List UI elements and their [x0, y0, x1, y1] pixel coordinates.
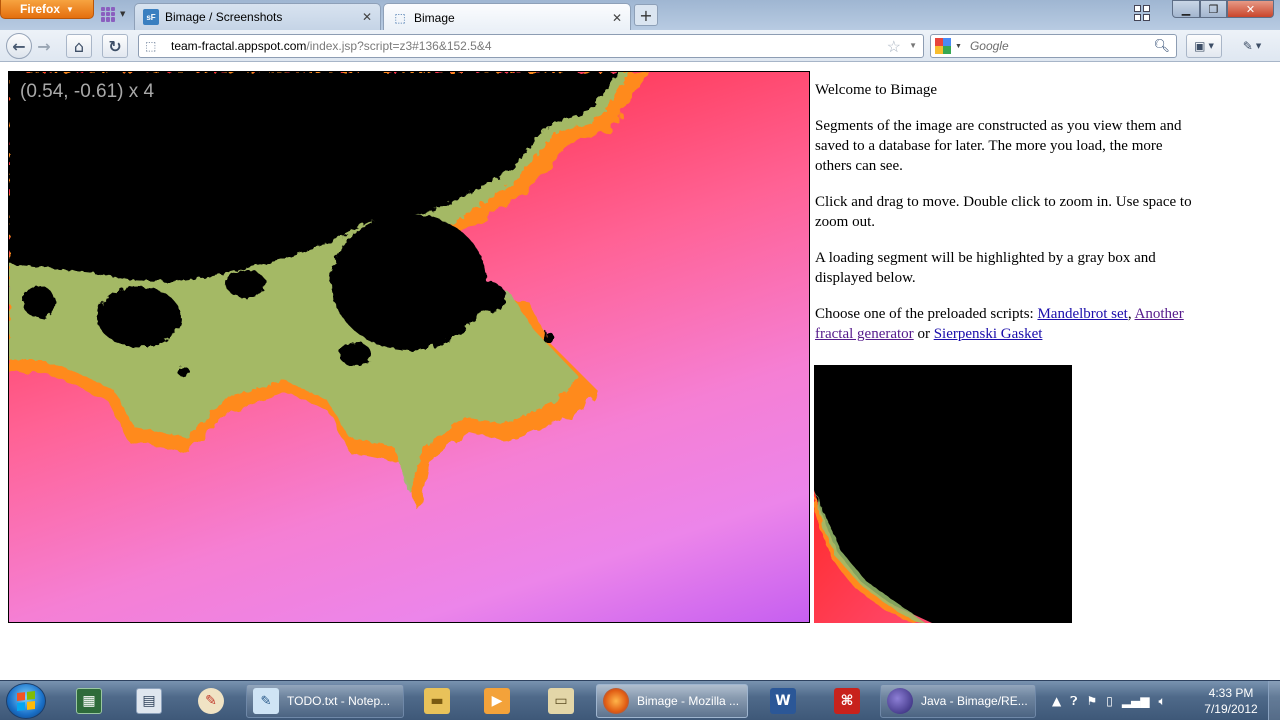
bookmarks-menu-button[interactable]: ▣ ▼: [1186, 34, 1222, 58]
coordinate-readout: (0.54, -0.61) x 4: [20, 81, 155, 102]
windows-logo-icon: [17, 691, 35, 711]
url-bar[interactable]: ⬚ team-fractal.appspot.com/index.jsp?scr…: [138, 34, 924, 58]
scripts-prefix: Choose one of the preloaded scripts:: [815, 306, 1038, 322]
chevron-down-icon[interactable]: ▼: [955, 43, 962, 50]
search-icon[interactable]: 🔍︎: [1153, 38, 1170, 54]
separator-or: or: [913, 326, 934, 342]
site-identity-icon[interactable]: ⬚: [145, 39, 163, 53]
chevron-down-icon: ▼: [1208, 42, 1214, 50]
loading-segment-image: [814, 490, 932, 623]
taskbar-paint[interactable]: ✎: [184, 684, 238, 718]
action-center-flag-icon[interactable]: ⚑: [1086, 694, 1097, 708]
bookmarks-icon: ▣: [1194, 39, 1206, 53]
calculator-icon: ▤: [136, 688, 162, 714]
windows-taskbar: ▦ ▤ ✎ ✎ TODO.txt - Notep... ▬ ▶ ▭ Bimage…: [0, 680, 1280, 720]
browser-titlebar: Firefox ▼ ▼ sF Bimage / Screenshots ✕ ⬚ …: [0, 0, 1280, 31]
bookmark-star-icon[interactable]: ☆: [887, 37, 901, 57]
show-desktop-button[interactable]: [1268, 681, 1280, 720]
notepad-icon: ✎: [253, 688, 279, 714]
taskbar-task-manager[interactable]: ▦: [62, 684, 116, 718]
screenshot-icon: ▭: [548, 688, 574, 714]
chevron-down-icon: ▼: [120, 10, 126, 18]
info-panel: Welcome to Bimage Segments of the image …: [815, 80, 1195, 360]
back-button[interactable]: ←: [6, 33, 32, 59]
tab-groups-icon: [101, 6, 116, 22]
word-icon: W: [770, 688, 796, 714]
window-restore-button[interactable]: ❐: [1200, 0, 1227, 18]
taskbar-acrobat[interactable]: ⌘: [820, 684, 874, 718]
system-clock[interactable]: 4:33 PM 7/19/2012: [1196, 685, 1266, 717]
close-tab-icon[interactable]: ✕: [612, 11, 622, 25]
tab-bimage[interactable]: ⬚ Bimage ✕: [383, 3, 631, 31]
home-button[interactable]: ⌂: [66, 34, 92, 58]
taskbar-screenshot-tool[interactable]: ▭: [534, 684, 588, 718]
taskbar-word[interactable]: W: [756, 684, 810, 718]
separator-comma: ,: [1127, 306, 1135, 322]
power-icon[interactable]: ▯: [1106, 694, 1113, 708]
task-label: Bimage - Mozilla ...: [637, 694, 740, 708]
start-button[interactable]: [6, 683, 46, 719]
play-icon: ▶: [484, 688, 510, 714]
close-tab-icon[interactable]: ✕: [362, 10, 372, 24]
chevron-down-icon[interactable]: ▼: [909, 41, 917, 50]
volume-icon[interactable]: 🔈︎: [1159, 694, 1166, 709]
show-hidden-icons-icon[interactable]: ▲: [1052, 694, 1061, 708]
search-bar[interactable]: ▼ Google 🔍︎: [930, 34, 1177, 58]
window-minimize-button[interactable]: ▁: [1172, 0, 1200, 18]
chevron-down-icon: ▼: [1255, 42, 1262, 50]
fractal-viewer-canvas[interactable]: (0.54, -0.61) x 4: [8, 71, 810, 623]
palette-icon: ✎: [198, 688, 224, 714]
welcome-heading: Welcome to Bimage: [815, 82, 938, 98]
taskbar-explorer[interactable]: ▬: [410, 684, 464, 718]
mandelbrot-link[interactable]: Mandelbrot set: [1037, 306, 1127, 322]
tab-label: Bimage / Screenshots: [165, 10, 283, 24]
fractal-image: [9, 72, 649, 512]
tab-screenshots[interactable]: sF Bimage / Screenshots ✕: [134, 3, 381, 30]
help-icon[interactable]: ❓︎: [1070, 694, 1077, 709]
tab-label: Bimage: [414, 10, 455, 25]
task-label: TODO.txt - Notep...: [287, 694, 391, 708]
google-icon[interactable]: [935, 38, 951, 54]
taskbar-calculator[interactable]: ▤: [122, 684, 176, 718]
firefox-menu-button[interactable]: Firefox ▼: [0, 0, 94, 19]
firefox-menu-label: Firefox: [20, 2, 61, 16]
loading-segment-preview: [814, 365, 1072, 623]
forward-button[interactable]: →: [34, 34, 54, 58]
puzzle-icon: ✎: [1242, 39, 1253, 53]
folder-icon: ▬: [424, 688, 450, 714]
addon-button[interactable]: ✎ ▼: [1232, 34, 1272, 58]
new-tab-button[interactable]: +: [634, 4, 658, 26]
clock-time: 4:33 PM: [1208, 686, 1254, 700]
instructions-paragraph: Click and drag to move. Double click to …: [815, 194, 1192, 230]
taskbar-task-notepad[interactable]: ✎ TODO.txt - Notep...: [246, 684, 404, 718]
reload-button[interactable]: ↻: [102, 34, 128, 58]
task-label: Java - Bimage/RE...: [921, 694, 1028, 708]
sf-favicon-icon: sF: [143, 9, 159, 25]
eclipse-icon: [887, 688, 913, 714]
page-favicon-icon: ⬚: [394, 10, 406, 25]
description-paragraph: Segments of the image are constructed as…: [815, 118, 1182, 174]
taskbar-task-eclipse[interactable]: Java - Bimage/RE...: [880, 684, 1036, 718]
navigation-toolbar: ← → ⌂ ↻ ⬚ team-fractal.appspot.com/index…: [0, 30, 1280, 62]
clock-date: 7/19/2012: [1204, 702, 1258, 716]
window-close-button[interactable]: ✕: [1227, 0, 1274, 18]
tab-groups-button[interactable]: ▼: [101, 5, 131, 23]
search-placeholder: Google: [969, 39, 1009, 53]
taskbar-task-firefox[interactable]: Bimage - Mozilla ...: [596, 684, 748, 718]
monitor-chart-icon: ▦: [76, 688, 102, 714]
sierpinski-link[interactable]: Sierpenski Gasket: [934, 326, 1043, 342]
url-path: /index.jsp?script=z3#136&152.5&4: [306, 39, 492, 53]
network-signal-icon[interactable]: ▂▄▆: [1122, 694, 1150, 708]
list-all-tabs-icon[interactable]: [1134, 5, 1152, 21]
url-domain: team-fractal.appspot.com: [171, 39, 307, 53]
firefox-icon: [603, 688, 629, 714]
scripts-paragraph: Choose one of the preloaded scripts: Man…: [815, 304, 1195, 344]
pdf-icon: ⌘: [834, 688, 860, 714]
taskbar-media-player[interactable]: ▶: [470, 684, 524, 718]
chevron-down-icon: ▼: [66, 4, 74, 14]
loading-note-paragraph: A loading segment will be highlighted by…: [815, 250, 1156, 286]
